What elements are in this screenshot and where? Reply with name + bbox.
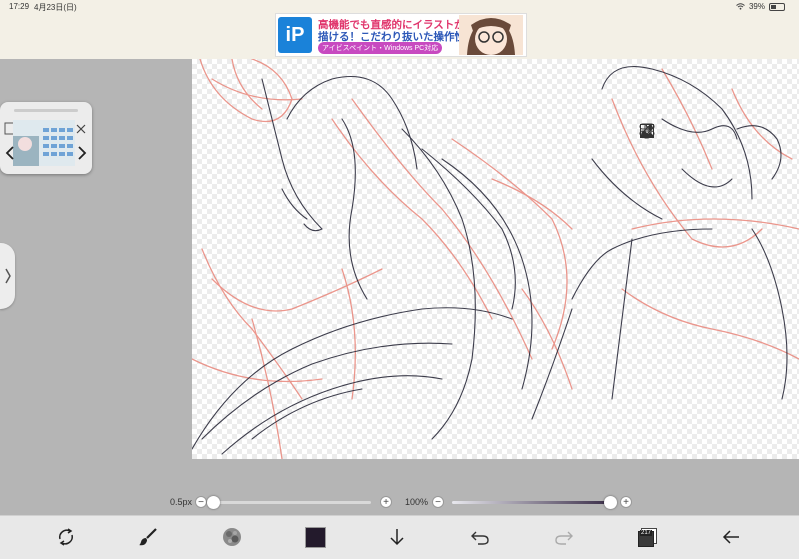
brush-size-minus-button[interactable]: −	[195, 496, 207, 508]
opacity-knob[interactable]	[604, 496, 617, 509]
color-button[interactable]	[301, 523, 329, 551]
brush-size-label: 0.5px	[170, 497, 193, 507]
redo-button[interactable]	[550, 523, 578, 551]
undo-button[interactable]	[466, 523, 494, 551]
reference-window[interactable]	[0, 102, 92, 174]
brush-material-button[interactable]	[218, 523, 246, 551]
ad-banner[interactable]: iP 高機能でも直感的にイラストが 描ける！こだわり抜いた操作性！ アイビスペイ…	[275, 13, 527, 57]
next-arrow-icon[interactable]	[77, 146, 87, 160]
redo-icon	[555, 531, 573, 545]
brush-tool-button[interactable]	[134, 523, 162, 551]
status-time: 17:29	[9, 2, 30, 11]
brush-size-plus-button[interactable]: +	[380, 496, 392, 508]
slider-bar: 0.5px − + 100% − +	[0, 489, 799, 515]
ad-line-3: アイビスペイント・Windows PC対応	[318, 42, 443, 54]
transform-icon	[59, 528, 73, 546]
transform-tool-button[interactable]	[52, 523, 80, 551]
layers-icon: 217	[638, 528, 657, 547]
brush-size-slider[interactable]	[213, 501, 371, 504]
layers-button[interactable]: 217	[633, 523, 661, 551]
arrow-left-icon	[722, 530, 739, 544]
brush-size-knob[interactable]	[207, 496, 220, 509]
layer-count: 217	[640, 530, 653, 536]
close-icon[interactable]	[76, 124, 86, 134]
opacity-slider[interactable]	[452, 501, 610, 504]
ad-character-image	[459, 15, 523, 55]
opacity-plus-button[interactable]: +	[620, 496, 632, 508]
chevron-right-icon	[4, 268, 11, 284]
drawing-canvas[interactable]	[192, 59, 799, 459]
arrow-down-icon	[390, 529, 404, 546]
download-button[interactable]	[383, 523, 411, 551]
brush-texture-icon	[223, 528, 241, 546]
status-date: 4月23日(日)	[34, 3, 77, 12]
canvas-tool-icons	[639, 123, 795, 147]
selection-icon[interactable]	[640, 123, 696, 147]
wifi-icon	[736, 3, 745, 10]
battery-icon	[769, 2, 785, 11]
opacity-minus-button[interactable]: −	[432, 496, 444, 508]
ibis-logo: iP	[278, 17, 312, 53]
undo-icon	[471, 531, 489, 545]
battery-text: 39%	[748, 2, 765, 11]
hand-icon[interactable]	[642, 123, 729, 147]
image-icon[interactable]	[640, 123, 795, 147]
side-panel-handle[interactable]	[0, 243, 15, 309]
ad-banner-area: iP 高機能でも直感的にイラストが 描ける！こだわり抜いた操作性！ アイビスペイ…	[0, 13, 799, 59]
prev-arrow-icon[interactable]	[5, 146, 15, 160]
status-bar: 17:29 4月23日(日) 39%	[0, 0, 799, 13]
status-right: 39%	[736, 2, 785, 11]
bottom-toolbar: 217	[0, 515, 799, 559]
pencil-icon[interactable]	[640, 123, 762, 147]
back-button[interactable]	[717, 523, 745, 551]
opacity-label: 100%	[405, 497, 429, 507]
reference-thumbnail	[13, 120, 75, 166]
current-color-swatch	[304, 526, 326, 548]
brush-icon	[139, 528, 157, 546]
